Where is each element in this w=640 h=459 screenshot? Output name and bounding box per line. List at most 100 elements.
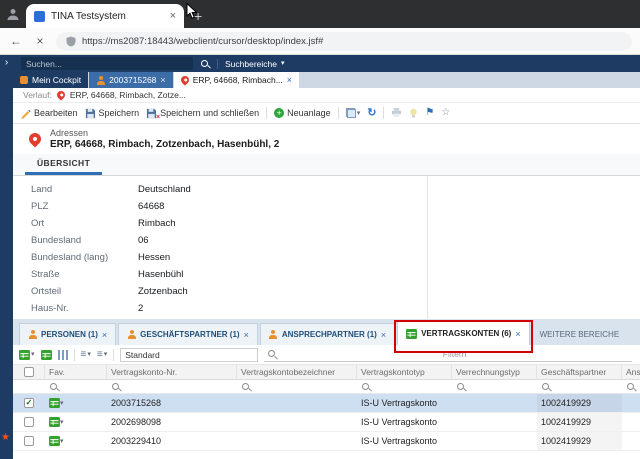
row-checkbox[interactable]	[24, 417, 34, 427]
filter-cell	[13, 380, 45, 393]
field-label: Bundesland	[31, 235, 138, 246]
refresh-button[interactable]: ↻	[367, 108, 376, 119]
cell-typ: IS-U Vertragskonto	[357, 432, 452, 450]
contract-account-icon	[49, 436, 60, 446]
column-header-vertragskonto-nr[interactable]: Vertragskonto-Nr.	[107, 365, 237, 379]
cell-verrechnungstyp	[452, 413, 537, 431]
tab-erp-rimbach[interactable]: ERP, 64668, Rimbach... ×	[174, 72, 299, 88]
search-icon[interactable]	[200, 59, 210, 69]
tab-personen[interactable]: PERSONEN (1) ×	[19, 323, 116, 345]
breadcrumb-current[interactable]: ERP, 64668, Rimbach, Zotze...	[70, 90, 186, 100]
filter-cell[interactable]	[452, 380, 537, 393]
field-value: 2	[138, 303, 143, 314]
row-select-cell[interactable]: ✓	[13, 394, 45, 412]
url-text: https://ms2087:18443/webclient/cursor/de…	[82, 36, 323, 47]
row-select-cell[interactable]	[13, 432, 45, 450]
tab-2003715268[interactable]: 2003715268 ×	[89, 72, 173, 88]
tab-label: WEITERE BEREICHE	[540, 330, 620, 339]
column-filter-icon[interactable]	[626, 382, 636, 392]
save-button[interactable]: Speichern	[85, 108, 140, 119]
global-search-input[interactable]	[21, 57, 193, 70]
tab-ansprechpartner[interactable]: ANSPRECHPARTNER (1) ×	[260, 323, 395, 345]
field-label: Haus-Nr.	[31, 303, 138, 314]
expand-sidebar-icon[interactable]: ›	[0, 57, 13, 68]
tab-weitere-bereiche[interactable]: WEITERE BEREICHE	[532, 323, 628, 345]
close-icon[interactable]: ×	[515, 329, 520, 339]
copy-button[interactable]: ▾	[346, 108, 361, 118]
table-row[interactable]: ▾ 2003229410 IS-U Vertragskonto 10024199…	[13, 432, 640, 451]
browser-tab-bar: TINA Testsystem × +	[0, 0, 640, 28]
close-tab-icon[interactable]: ×	[170, 10, 176, 22]
menu-button[interactable]: ≡ ▾	[81, 350, 91, 360]
view-selector[interactable]	[120, 348, 258, 362]
column-header-verrechnungstyp[interactable]: Verrechnungstyp	[452, 365, 537, 379]
pin-icon	[179, 74, 190, 85]
select-all-cell[interactable]	[13, 365, 45, 379]
table-action-button[interactable]	[41, 350, 52, 360]
favorite-cell[interactable]: ▾	[45, 394, 107, 412]
column-filter-icon[interactable]	[541, 382, 551, 392]
flag-button[interactable]: ⚑	[425, 108, 434, 118]
print-button[interactable]	[391, 108, 402, 118]
search-scope-dropdown[interactable]: Suchbereiche ▾	[225, 59, 285, 69]
table-row[interactable]: ▾ 2002698098 IS-U Vertragskonto 10024199…	[13, 413, 640, 432]
column-filter-icon[interactable]	[241, 382, 251, 392]
column-header-geschaeftspartner[interactable]: Geschäftspartner	[537, 365, 622, 379]
tab-mein-cockpit[interactable]: Mein Cockpit	[13, 72, 88, 88]
filter-input[interactable]	[280, 349, 629, 359]
list-layout-button[interactable]: ≡ ▾	[97, 350, 107, 360]
new-record-button[interactable]: + Neuanlage	[274, 108, 331, 118]
chevron-down-icon[interactable]: ▾	[60, 438, 64, 445]
column-filter-icon[interactable]	[49, 382, 59, 392]
record-title: ERP, 64668, Rimbach, Zotzenbach, Hasenbü…	[50, 139, 279, 151]
form-row-ort: OrtRimbach	[31, 215, 427, 232]
filter-cell[interactable]	[237, 380, 357, 393]
column-filter-icon[interactable]	[111, 382, 121, 392]
filter-cell[interactable]	[107, 380, 237, 393]
close-icon[interactable]: ×	[381, 330, 386, 340]
row-select-cell[interactable]	[13, 413, 45, 431]
chevron-down-icon[interactable]: ▾	[60, 400, 64, 407]
person-icon	[28, 330, 37, 339]
row-checkbox-checked[interactable]: ✓	[24, 398, 34, 408]
cell-bezeichner	[237, 413, 357, 431]
table-row[interactable]: ✓ ▾ 2003715268 IS-U Vertragskonto 100241…	[13, 394, 640, 413]
profile-icon[interactable]	[6, 7, 20, 21]
save-icon	[85, 108, 96, 119]
add-row-button[interactable]: ▾	[19, 350, 35, 360]
column-header-typ[interactable]: Vertragskontotyp	[357, 365, 452, 379]
filter-cell[interactable]	[357, 380, 452, 393]
column-header-fav[interactable]: Fav.	[45, 365, 107, 379]
close-icon[interactable]: ×	[160, 75, 165, 85]
filter-cell[interactable]	[537, 380, 622, 393]
select-all-checkbox[interactable]	[24, 367, 34, 377]
column-filter-icon[interactable]	[456, 382, 466, 392]
address-bar[interactable]: https://ms2087:18443/webclient/cursor/de…	[56, 32, 632, 51]
column-header-bezeichner[interactable]: Vertragskontobezeichner	[237, 365, 357, 379]
tab-vertragskonten[interactable]: VERTRAGSKONTEN (6) ×	[397, 321, 530, 345]
close-icon[interactable]: ×	[287, 75, 292, 85]
close-icon[interactable]: ×	[244, 330, 249, 340]
tab-label: 2003715268	[109, 75, 156, 85]
favorite-star-button[interactable]: ☆	[441, 108, 450, 118]
column-header-ansprechpartner[interactable]: Ansprechpartner	[622, 365, 640, 379]
save-close-button[interactable]: × Speichern und schließen	[146, 108, 259, 119]
filter-cell[interactable]	[45, 380, 107, 393]
edit-button[interactable]: Bearbeiten	[20, 108, 78, 119]
tab-geschaeftspartner[interactable]: GESCHÄFTSPARTNER (1) ×	[118, 323, 258, 345]
stop-button[interactable]: ×	[32, 34, 48, 48]
close-icon[interactable]: ×	[102, 330, 107, 340]
columns-icon[interactable]	[58, 350, 68, 360]
favorite-cell[interactable]: ▾	[45, 432, 107, 450]
column-filter-icon[interactable]	[361, 382, 371, 392]
quick-filter[interactable]	[264, 347, 632, 362]
row-checkbox[interactable]	[24, 436, 34, 446]
browser-tab[interactable]: TINA Testsystem ×	[26, 4, 184, 28]
tab-uebersicht[interactable]: ÜBERSICHT	[25, 154, 102, 175]
chevron-down-icon[interactable]: ▾	[60, 419, 64, 426]
back-button[interactable]: ←	[8, 34, 24, 48]
notification-button[interactable]	[409, 108, 418, 118]
favorite-cell[interactable]: ▾	[45, 413, 107, 431]
filter-cell[interactable]	[622, 380, 640, 393]
notification-star-icon[interactable]: ★	[1, 432, 10, 443]
